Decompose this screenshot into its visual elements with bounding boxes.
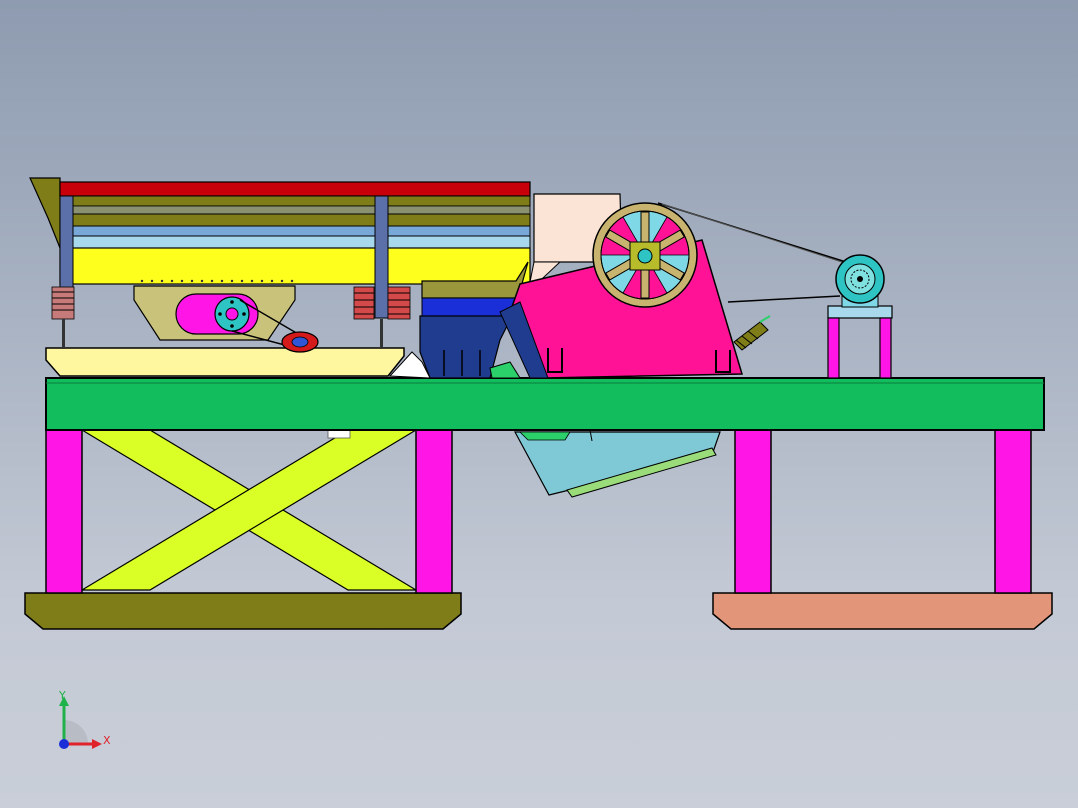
small-plate (327, 429, 351, 439)
crusher-flywheel (592, 202, 698, 308)
left-leg-outer (45, 429, 83, 594)
triad-arc (64, 720, 88, 744)
feeder-body (59, 247, 531, 285)
left-base-plate (24, 592, 462, 630)
y-axis-label: Y (59, 689, 66, 702)
right-leg-inner (734, 429, 772, 594)
left-leg-inner (415, 429, 453, 594)
right-support-frame (712, 429, 1053, 630)
left-spring (51, 286, 75, 320)
z-axis-origin (59, 739, 69, 749)
motor-stand-leg-left (827, 317, 840, 379)
right-leg-outer (994, 429, 1032, 594)
main-frame-beam (45, 377, 1045, 431)
motor-stand-leg-right (879, 317, 892, 379)
crusher-motor (827, 254, 893, 379)
x-axis-label: X (103, 734, 111, 747)
cad-viewport[interactable]: Y X (0, 0, 1078, 808)
discharge-chute (513, 429, 721, 498)
left-support-frame (24, 429, 462, 630)
feeder-tray (45, 347, 405, 377)
right-base-plate (712, 592, 1053, 630)
crusher-plant-assembly[interactable] (0, 0, 1078, 808)
